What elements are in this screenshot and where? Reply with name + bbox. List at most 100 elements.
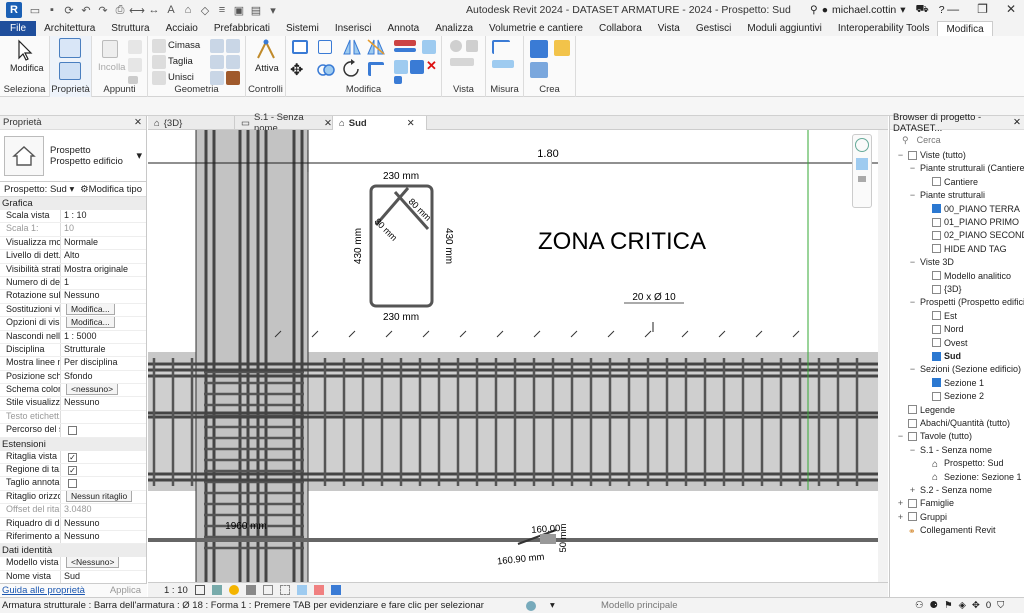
- activate-label[interactable]: Attiva: [255, 63, 279, 74]
- browser-item[interactable]: Est: [920, 311, 957, 321]
- tab-sud[interactable]: ⌂ Sud ✕: [333, 116, 427, 130]
- close-icon[interactable]: ✕: [1013, 117, 1021, 128]
- edit-type-button[interactable]: ⚙Modifica tipo: [80, 184, 142, 195]
- mirror-draw-icon[interactable]: [366, 38, 386, 56]
- property-row[interactable]: Livello di dett... Alto: [0, 250, 146, 264]
- sync-icon[interactable]: ⟳: [62, 3, 76, 17]
- search-icon[interactable]: ⚲: [810, 4, 818, 16]
- filter-icon[interactable]: ⛉: [997, 600, 1004, 611]
- paste-icon[interactable]: [102, 40, 118, 58]
- collapse-icon[interactable]: −: [896, 150, 905, 160]
- property-row[interactable]: Percorso del s...: [0, 424, 146, 438]
- panel-label-controlli[interactable]: Controlli: [246, 84, 285, 95]
- tab-gestisci[interactable]: Gestisci: [688, 21, 740, 36]
- select-pinned-icon[interactable]: ⚑: [944, 600, 953, 611]
- vertical-scrollbar[interactable]: [878, 130, 888, 582]
- property-row[interactable]: Rotazione sull...Nessuno: [0, 290, 146, 304]
- property-checkbox[interactable]: ✓: [68, 452, 77, 462]
- thin-lines-icon[interactable]: ≡: [215, 3, 229, 17]
- instance-filter-label[interactable]: Prospetto: Sud: [4, 184, 67, 195]
- spacing-tick[interactable]: [533, 330, 541, 338]
- property-value[interactable]: Alto: [61, 250, 146, 262]
- tag-icon[interactable]: A: [164, 3, 178, 17]
- tab-struttura[interactable]: Struttura: [103, 21, 157, 36]
- expand-icon[interactable]: +: [896, 512, 905, 522]
- spacing-tick[interactable]: [348, 330, 356, 338]
- property-value[interactable]: 10: [61, 223, 146, 235]
- property-value[interactable]: Modifica...: [61, 317, 146, 329]
- spacing-tick[interactable]: [311, 330, 319, 338]
- tab-vista[interactable]: Vista: [650, 21, 688, 36]
- create-parts-icon[interactable]: [530, 40, 548, 58]
- chevron-down-icon[interactable]: ▾: [70, 184, 75, 195]
- search-input[interactable]: Cerca: [917, 135, 941, 145]
- property-value[interactable]: Nessuno: [61, 518, 146, 530]
- browser-item[interactable]: Sud: [920, 351, 961, 361]
- group-estensioni[interactable]: Estensioni: [0, 437, 146, 451]
- property-value[interactable]: ✓: [61, 451, 146, 463]
- override-icon[interactable]: [466, 40, 478, 52]
- property-row[interactable]: Offset del rita... 3.0480: [0, 504, 146, 518]
- browser-item[interactable]: − Tavole (tutto): [896, 431, 972, 441]
- join-icon[interactable]: [152, 71, 166, 85]
- browser-item[interactable]: Legende: [896, 405, 955, 415]
- property-checkbox[interactable]: [68, 479, 77, 489]
- panel-label-appunti[interactable]: Appunti: [92, 84, 147, 95]
- cut-icon[interactable]: [128, 58, 142, 72]
- tab-prefabbricati[interactable]: Prefabbricati: [206, 21, 278, 36]
- paint-icon[interactable]: [226, 39, 240, 53]
- property-value[interactable]: 1 : 10: [61, 210, 146, 222]
- property-row[interactable]: Ritaglio orizzo... Nessun ritaglio: [0, 490, 146, 505]
- section-width-bottom[interactable]: 230 mm: [383, 312, 419, 323]
- property-value[interactable]: [61, 424, 146, 436]
- browser-item[interactable]: 02_PIANO SECONDO: [920, 230, 1024, 240]
- stirrup-section[interactable]: [369, 184, 434, 308]
- property-value[interactable]: <nessuno>: [61, 384, 146, 396]
- spacing-tick[interactable]: [459, 330, 467, 338]
- property-checkbox[interactable]: [68, 426, 77, 436]
- browser-item[interactable]: − Viste 3D: [908, 257, 954, 267]
- section-icon[interactable]: ◇: [198, 3, 212, 17]
- customize-qat-icon[interactable]: ▾: [266, 3, 280, 17]
- active-model[interactable]: Modello principale: [601, 600, 678, 611]
- tab-modifica[interactable]: Modifica: [937, 21, 993, 36]
- browser-item[interactable]: − Sezioni (Sezione edificio): [908, 364, 1021, 374]
- worksets-icon[interactable]: [526, 600, 536, 611]
- chevron-down-icon[interactable]: ▾: [550, 600, 555, 611]
- section-height-right[interactable]: 430 mm: [443, 228, 454, 264]
- property-row[interactable]: Sostituzioni vi... Modifica...: [0, 303, 146, 318]
- tab-sistemi[interactable]: Sistemi: [278, 21, 327, 36]
- join-label[interactable]: Unisci: [168, 72, 194, 83]
- save-icon[interactable]: ▪: [45, 3, 59, 17]
- properties-icon[interactable]: [59, 62, 81, 80]
- property-value[interactable]: 3.0480: [61, 504, 146, 516]
- type-properties-icon[interactable]: [59, 38, 81, 58]
- restore-icon[interactable]: ❐: [977, 2, 988, 16]
- property-value[interactable]: Nessuno: [61, 290, 146, 302]
- browser-item[interactable]: − Viste (tutto): [896, 150, 966, 160]
- trim-icon[interactable]: [368, 62, 384, 76]
- wall-joins-icon[interactable]: [210, 55, 224, 69]
- reveal-hidden-icon[interactable]: [330, 585, 341, 595]
- group-grafica[interactable]: Grafica: [0, 197, 146, 210]
- offset-icon[interactable]: [318, 40, 332, 54]
- chevron-down-icon[interactable]: ▾: [136, 149, 142, 162]
- group-dati-identita[interactable]: Dati identità: [0, 544, 146, 558]
- rebar-length-label[interactable]: 1960 mm: [225, 521, 267, 532]
- pin-icon[interactable]: [422, 40, 436, 54]
- collapse-icon[interactable]: −: [908, 364, 917, 374]
- unlocked-view-icon[interactable]: [296, 585, 307, 595]
- property-edit-button[interactable]: Modifica...: [66, 317, 115, 329]
- zone-title[interactable]: ZONA CRITICA: [538, 228, 706, 255]
- collapse-icon[interactable]: −: [908, 190, 917, 200]
- filter-count[interactable]: 0: [986, 600, 991, 611]
- property-value[interactable]: Strutturale: [61, 344, 146, 356]
- property-value[interactable]: 1: [61, 277, 146, 289]
- property-value[interactable]: 1 : 5000: [61, 331, 146, 343]
- property-row[interactable]: Schema colori <nessuno>: [0, 384, 146, 398]
- tab-file[interactable]: File: [0, 21, 37, 36]
- view-scale[interactable]: 1 : 10: [164, 585, 188, 596]
- cope-label[interactable]: Cimasa: [168, 40, 200, 51]
- property-edit-button[interactable]: <Nessuno>: [66, 557, 120, 569]
- browser-item[interactable]: 00_PIANO TERRA: [920, 204, 1020, 214]
